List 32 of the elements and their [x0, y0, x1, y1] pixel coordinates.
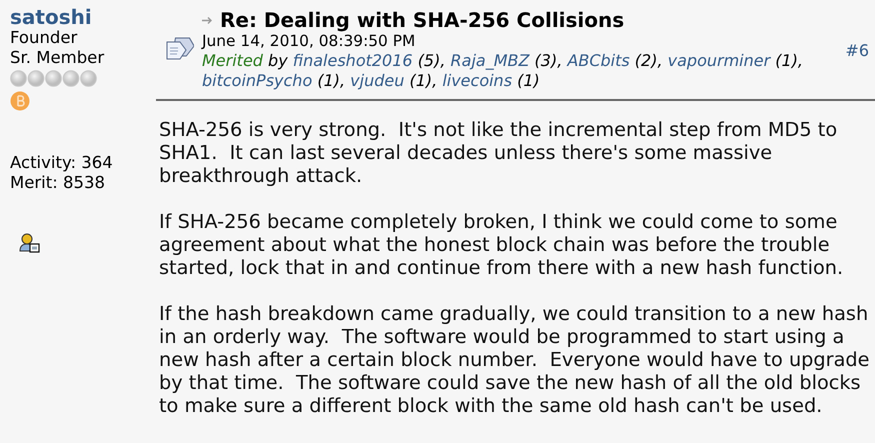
merit-amount: (1)	[517, 71, 540, 90]
merit-amount: (5),	[418, 51, 446, 70]
member-rank: Sr. Member	[10, 48, 104, 68]
coin-badge-icon	[10, 91, 30, 111]
post-title-link[interactable]: Re: Dealing with SHA-256 Collisions	[220, 9, 624, 31]
merit-amount: (1),	[775, 51, 804, 70]
post-number-link[interactable]: #6	[845, 41, 869, 60]
merit-amount: (1),	[317, 71, 346, 90]
post-date: June 14, 2010, 08:39:50 PM	[202, 32, 416, 51]
user-card-icon[interactable]	[18, 233, 40, 253]
merit-amount: (1),	[409, 71, 438, 90]
merit-user-link[interactable]: vjudeu	[350, 71, 404, 90]
merit-count: Merit: 8538	[10, 173, 106, 193]
merit-user-link[interactable]: vapourminer	[668, 51, 770, 70]
by-label: by	[268, 51, 288, 70]
merit-user-link[interactable]: finaleshot2016	[292, 51, 413, 70]
merited-label: Merited	[202, 51, 263, 70]
rank-pips-icon	[10, 70, 98, 87]
activity-count: Activity: 364	[10, 153, 113, 173]
username-link[interactable]: satoshi	[10, 6, 92, 28]
post-paragraph: If the hash breakdown came gradually, we could transition to a new hash in an orderly way. The software would be programmed to start using a new hash after a certain block number. Everyone would have to upgrade by that time. The software could save the new hash of all the old blocks to make sure a different block with the same old hash can't be used.	[159, 302, 871, 417]
merit-user-link[interactable]: bitcoinPsycho	[202, 71, 312, 90]
merit-user-link[interactable]: ABCbits	[567, 51, 630, 70]
arrow-icon	[202, 16, 214, 24]
post-paragraph: SHA-256 is very strong. It's not like the incremental step from MD5 to SHA1. It can last several decades unless there's some massive breakthrough attack.	[159, 118, 838, 187]
member-title: Founder	[10, 28, 78, 48]
merit-amount: (2),	[634, 51, 663, 70]
merit-user-link[interactable]: Raja_MBZ	[450, 51, 530, 70]
merit-user-link[interactable]: livecoins	[442, 71, 512, 90]
post-paragraph: If SHA-256 became completely broken, I think we could come to some agreement about what the honest block chain was before the trouble started, lock that in and continue from there with a new hash function.	[159, 210, 844, 279]
merit-amount: (3),	[534, 51, 562, 70]
documents-icon	[164, 35, 194, 61]
